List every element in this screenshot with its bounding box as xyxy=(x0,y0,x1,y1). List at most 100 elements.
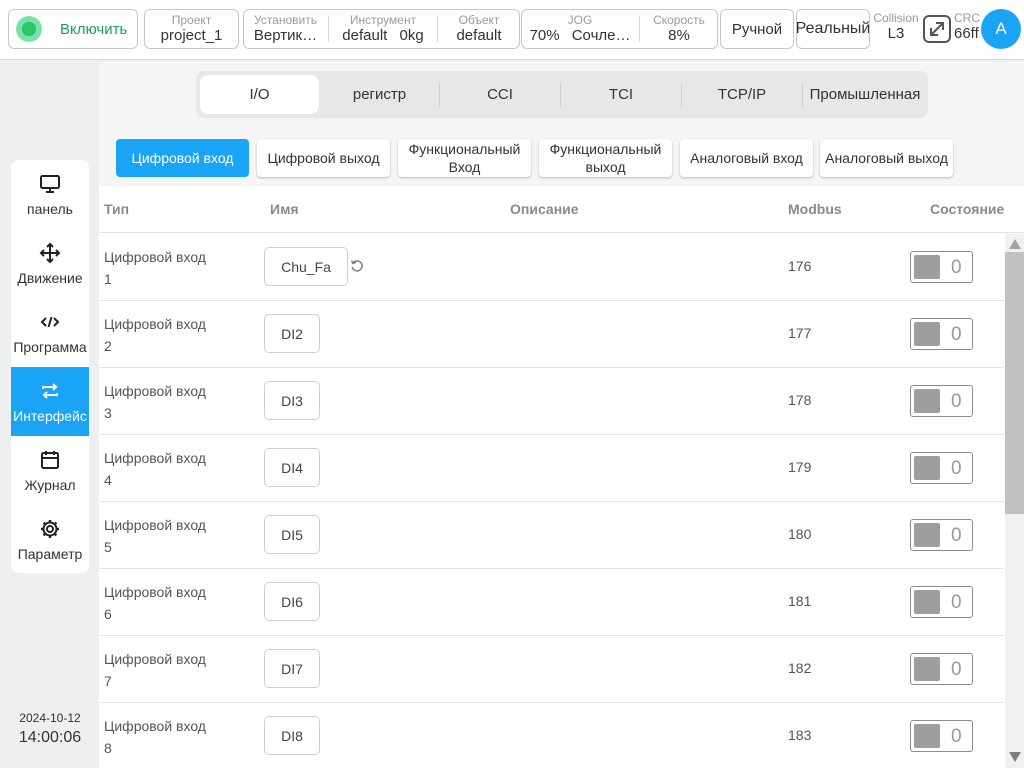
gear-icon xyxy=(41,519,59,538)
manual-mode-label: Ручной xyxy=(731,20,783,38)
sidebar-item-motion[interactable]: Движение xyxy=(11,229,89,298)
reset-icon[interactable] xyxy=(350,259,364,273)
table-row: Цифровой вход 8 DI8 183 0 xyxy=(99,703,1004,768)
row-type: Цифровой вход 1 xyxy=(104,249,206,287)
sidebar-item-log[interactable]: Журнал xyxy=(11,436,89,505)
scrollbar-thumb[interactable] xyxy=(1005,252,1024,514)
divider xyxy=(328,16,329,42)
collision-value: L3 xyxy=(887,25,905,42)
power-status-icon xyxy=(16,16,42,42)
name-field[interactable]: DI4 xyxy=(264,448,320,487)
sidebar-item-label: Движение xyxy=(17,269,83,286)
sidebar-item-label: Параметр xyxy=(17,545,83,562)
jog-caption: JOG xyxy=(567,13,593,27)
divider xyxy=(437,16,438,42)
project-selector[interactable]: Проект project_1 xyxy=(144,9,239,49)
table-row: Цифровой вход 3 DI3 178 0 xyxy=(99,368,1004,435)
main-panel: I/O регистр CCI TCI TCP/IP Промышленная … xyxy=(99,62,1024,768)
table-row: Цифровой вход 5 DI5 180 0 xyxy=(99,502,1004,569)
sidebar-item-settings[interactable]: Параметр xyxy=(11,505,89,573)
row-type: Цифровой вход 6 xyxy=(104,584,206,622)
column-header-modbus: Modbus xyxy=(788,201,842,217)
project-value: project_1 xyxy=(160,27,223,44)
table-row: Цифровой вход 4 DI4 179 0 xyxy=(99,435,1004,502)
swap-icon xyxy=(42,382,58,399)
tab-tcpip[interactable]: TCP/IP xyxy=(683,75,801,114)
user-avatar[interactable]: A xyxy=(981,9,1021,49)
column-header-name: Имя xyxy=(270,201,299,217)
name-field[interactable]: DI6 xyxy=(264,582,320,621)
install-selector[interactable]: Установить Вертик… xyxy=(244,10,327,48)
row-type: Цифровой вход 2 xyxy=(104,316,206,354)
jog-mode: Сочле… xyxy=(571,27,631,44)
subtab-function-input[interactable]: Функциональный Вход xyxy=(398,139,531,177)
jog-value: 70% xyxy=(529,27,560,44)
tab-tci[interactable]: TCI xyxy=(562,75,680,114)
sidebar-item-panel[interactable]: панель xyxy=(11,160,89,229)
name-field[interactable]: DI8 xyxy=(264,716,320,755)
state-indicator: 0 xyxy=(910,385,973,417)
current-time: 14:00:06 xyxy=(18,729,82,746)
move-icon xyxy=(39,242,61,263)
name-field[interactable]: DI5 xyxy=(264,515,320,554)
object-selector[interactable]: Объект default xyxy=(439,10,519,48)
speed-caption: Скорость xyxy=(653,13,705,27)
name-field[interactable]: DI2 xyxy=(264,314,320,353)
state-value: 0 xyxy=(951,458,962,479)
name-field[interactable]: DI7 xyxy=(264,649,320,688)
manual-mode-button[interactable]: Ручной xyxy=(720,9,794,49)
scroll-up-arrow-icon[interactable] xyxy=(1009,239,1021,249)
subtab-digital-input[interactable]: Цифровой вход xyxy=(116,139,249,177)
state-value: 0 xyxy=(951,659,962,680)
current-date: 2024-10-12 xyxy=(19,711,81,725)
code-icon xyxy=(40,316,60,327)
tab-io[interactable]: I/O xyxy=(200,75,319,114)
project-caption: Проект xyxy=(171,13,212,27)
row-type: Цифровой вход 4 xyxy=(104,450,206,488)
name-field[interactable]: DI3 xyxy=(264,381,320,420)
collision-caption: Collision xyxy=(873,11,919,25)
scroll-down-arrow-icon[interactable] xyxy=(1009,752,1021,762)
state-led xyxy=(914,523,940,547)
table-scrollbar[interactable] xyxy=(1005,234,1024,768)
divider xyxy=(439,83,440,107)
sidebar-item-interface[interactable]: Интерфейс xyxy=(11,367,89,436)
column-header-description: Описание xyxy=(510,201,579,217)
state-indicator: 0 xyxy=(910,653,973,685)
state-indicator: 0 xyxy=(910,586,973,618)
sidebar-item-program[interactable]: Программа xyxy=(11,298,89,367)
tool-caption: Инструмент xyxy=(349,13,417,27)
table-row: Цифровой вход 7 DI7 182 0 xyxy=(99,636,1004,703)
jog-selector[interactable]: JOG 70% Сочле… xyxy=(522,10,638,48)
tab-register[interactable]: регистр xyxy=(322,75,437,114)
motion-group: JOG 70% Сочле… Скорость 8% xyxy=(521,9,718,49)
collision-level[interactable]: Collision L3 xyxy=(870,11,922,43)
subtab-analog-output[interactable]: Аналоговый выход xyxy=(820,139,953,177)
subtab-analog-input[interactable]: Аналоговый вход xyxy=(680,139,813,177)
enable-button[interactable]: Включить xyxy=(8,9,138,49)
state-indicator: 0 xyxy=(910,251,973,283)
tab-cci[interactable]: CCI xyxy=(441,75,559,114)
row-type: Цифровой вход 3 xyxy=(104,383,206,421)
state-led xyxy=(914,724,940,748)
speed-value: 8% xyxy=(668,27,690,44)
state-indicator: 0 xyxy=(910,318,973,350)
state-value: 0 xyxy=(951,525,962,546)
state-value: 0 xyxy=(951,324,962,345)
subtab-function-output[interactable]: Функциональный выход xyxy=(539,139,672,177)
speed-selector[interactable]: Скорость 8% xyxy=(641,10,717,48)
subtab-digital-output[interactable]: Цифровой выход xyxy=(257,139,390,177)
install-caption: Установить xyxy=(254,13,317,27)
sidebar-item-label: Интерфейс xyxy=(13,407,87,424)
state-led xyxy=(914,657,940,681)
row-type: Цифровой вход 5 xyxy=(104,517,206,555)
tab-industrial[interactable]: Промышленная xyxy=(804,75,926,114)
expand-icon[interactable] xyxy=(922,14,952,44)
name-field[interactable]: Chu_Fa xyxy=(264,247,348,286)
tool-selector[interactable]: Инструмент default 0kg xyxy=(330,10,436,48)
real-mode-button[interactable]: Реальный xyxy=(796,9,870,49)
sidebar: панель Движение Программа Интерфейс Журн… xyxy=(11,160,89,573)
table-row: Цифровой вход 1 Chu_Fa 176 0 xyxy=(99,234,1004,301)
row-type: Цифровой вход 7 xyxy=(104,651,206,689)
crc-value: 66ff xyxy=(954,25,979,42)
